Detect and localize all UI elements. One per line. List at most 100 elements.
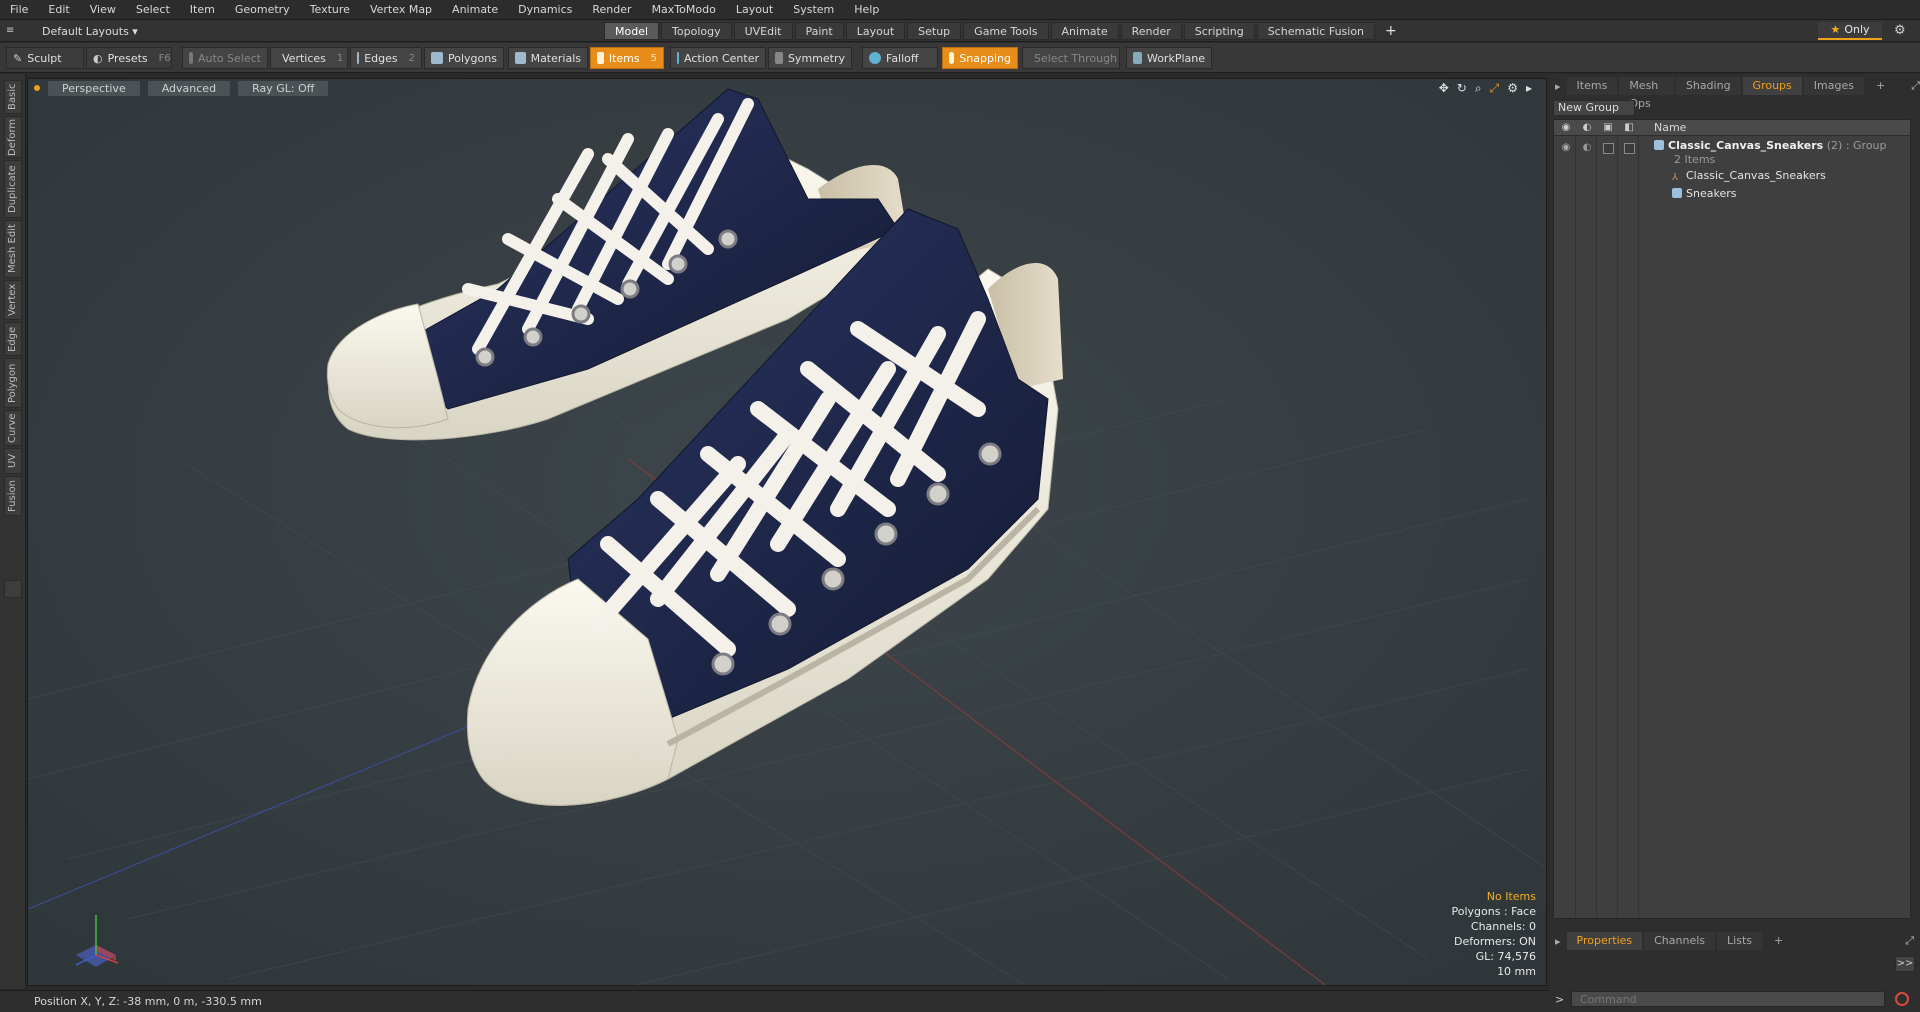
menu-render[interactable]: Render: [582, 0, 641, 20]
shading-mode-button[interactable]: Advanced: [147, 80, 231, 96]
tab-paint[interactable]: Paint: [794, 22, 844, 40]
menu-animate[interactable]: Animate: [442, 0, 508, 20]
tab-scripting[interactable]: Scripting: [1183, 22, 1255, 40]
menu-geometry[interactable]: Geometry: [225, 0, 300, 20]
items-button[interactable]: Items 5: [590, 47, 664, 69]
tab-vertex[interactable]: Vertex: [4, 280, 22, 320]
rotate-icon[interactable]: ↻: [1457, 81, 1467, 96]
edges-button[interactable]: Edges 2: [350, 47, 422, 69]
render-column-icon[interactable]: ◐: [1581, 122, 1593, 134]
presets-button[interactable]: ◐ Presets F6: [86, 47, 172, 69]
menu-edit[interactable]: Edit: [38, 0, 79, 20]
tab-shading[interactable]: Shading: [1675, 77, 1741, 95]
raygl-button[interactable]: Ray GL: Off: [238, 80, 329, 96]
visibility-column-icon[interactable]: ◉: [1560, 122, 1572, 134]
list-item[interactable]: ⅄ Classic_Canvas_Sneakers: [1554, 168, 1910, 184]
gear-icon[interactable]: ⚙: [1894, 23, 1906, 38]
pan-icon[interactable]: ✥: [1439, 81, 1449, 96]
select-column-icon[interactable]: ◧: [1623, 122, 1635, 134]
expand-panel-button[interactable]: >>: [1895, 956, 1915, 972]
tab-groups[interactable]: Groups: [1742, 77, 1802, 95]
viewport-scene: [28, 79, 1546, 985]
group-items-count: 2 Items: [1674, 153, 1716, 166]
stop-icon[interactable]: [1895, 992, 1909, 1006]
tab-basic[interactable]: Basic: [4, 80, 22, 114]
list-item[interactable]: Sneakers: [1554, 186, 1910, 202]
tab-topology[interactable]: Topology: [661, 22, 732, 40]
view-perspective-button[interactable]: Perspective: [48, 80, 140, 96]
tab-mesh-ops[interactable]: Mesh Ops: [1619, 77, 1674, 110]
layout-selector-label: Default Layouts ▾: [42, 24, 138, 38]
layout-selector[interactable]: ≡ Default Layouts ▾: [6, 23, 138, 39]
add-panel-tab-button[interactable]: +: [1866, 77, 1895, 95]
snapping-button[interactable]: Snapping: [942, 47, 1018, 69]
materials-button[interactable]: Materials: [508, 47, 588, 69]
menu-texture[interactable]: Texture: [300, 0, 360, 20]
tab-curve[interactable]: Curve: [4, 410, 22, 446]
edges-icon: [357, 52, 360, 64]
polygons-button[interactable]: Polygons: [424, 47, 504, 69]
name-column-header[interactable]: Name: [1654, 121, 1686, 134]
tab-images[interactable]: Images: [1803, 77, 1864, 95]
tab-polygon[interactable]: Polygon: [4, 358, 22, 408]
action-center-button[interactable]: Action Center: [670, 47, 766, 69]
menu-maxtomodo[interactable]: MaxToModo: [642, 0, 726, 20]
tab-uvedit[interactable]: UVEdit: [733, 22, 793, 40]
workplane-button[interactable]: WorkPlane: [1126, 47, 1212, 69]
command-input[interactable]: [1571, 991, 1885, 1007]
tab-items[interactable]: Items: [1566, 77, 1618, 95]
menu-item[interactable]: Item: [180, 0, 225, 20]
3d-viewport[interactable]: Perspective Advanced Ray GL: Off ✥ ↻ ⌕ ⤢…: [27, 78, 1547, 986]
tab-model[interactable]: Model: [604, 22, 660, 40]
tab-schematic-fusion[interactable]: Schematic Fusion: [1256, 22, 1376, 40]
sculpt-label: Sculpt: [27, 51, 62, 65]
menu-help[interactable]: Help: [844, 0, 889, 20]
auto-select-button[interactable]: Auto Select: [182, 47, 268, 69]
tab-duplicate[interactable]: Duplicate: [4, 160, 22, 218]
menu-vertex-map[interactable]: Vertex Map: [360, 0, 442, 20]
tab-deform[interactable]: Deform: [4, 116, 22, 158]
properties-expand-icon[interactable]: ⤢: [1905, 934, 1914, 948]
play-arrow-icon[interactable]: ▸: [1526, 81, 1532, 96]
menu-select[interactable]: Select: [126, 0, 180, 20]
maximize-icon[interactable]: ⤢: [1490, 81, 1500, 96]
tab-layout[interactable]: Layout: [845, 22, 906, 40]
only-button[interactable]: ★ Only: [1818, 22, 1882, 40]
properties-menu-icon[interactable]: ▸: [1549, 935, 1567, 948]
select-through-button[interactable]: Select Through: [1022, 47, 1120, 69]
layout-menu-icon[interactable]: ≡: [6, 25, 18, 37]
menu-system[interactable]: System: [783, 0, 844, 20]
command-history-icon[interactable]: >: [1555, 993, 1564, 1006]
menu-file[interactable]: File: [0, 0, 38, 20]
tab-fusion[interactable]: Fusion: [4, 476, 22, 516]
tab-animate[interactable]: Animate: [1050, 22, 1119, 40]
layout-tab-bar: ≡ Default Layouts ▾ Model Topology UVEdi…: [0, 20, 1920, 42]
lock-column-icon[interactable]: ▣: [1602, 122, 1614, 134]
channels-info: Channels: 0: [1470, 920, 1536, 933]
panel-expand-icon[interactable]: ⤢: [1911, 79, 1920, 93]
tab-channels[interactable]: Channels: [1644, 932, 1716, 950]
symmetry-button[interactable]: Symmetry: [768, 47, 852, 69]
add-tab-button[interactable]: +: [1377, 22, 1405, 40]
viewport-options-icon[interactable]: [34, 85, 40, 91]
tab-lists[interactable]: Lists: [1717, 932, 1762, 950]
menu-dynamics[interactable]: Dynamics: [508, 0, 582, 20]
add-properties-tab-button[interactable]: +: [1764, 932, 1793, 950]
zoom-icon[interactable]: ⌕: [1475, 81, 1482, 96]
tab-properties[interactable]: Properties: [1566, 932, 1643, 950]
viewport-settings-icon[interactable]: ⚙: [1507, 81, 1518, 96]
tab-render[interactable]: Render: [1120, 22, 1182, 40]
tab-edge[interactable]: Edge: [4, 322, 22, 356]
sculpt-button[interactable]: ✎ Sculpt: [6, 47, 84, 69]
panel-menu-icon[interactable]: ▸: [1549, 80, 1567, 93]
menu-view[interactable]: View: [80, 0, 126, 20]
collapse-tabs-button[interactable]: [4, 580, 22, 598]
falloff-button[interactable]: Falloff: [862, 47, 938, 69]
tab-mesh-edit[interactable]: Mesh Edit: [4, 220, 22, 278]
tab-game-tools[interactable]: Game Tools: [963, 22, 1049, 40]
vertices-button[interactable]: Vertices 1: [270, 47, 348, 69]
tab-uv[interactable]: UV: [4, 448, 22, 474]
tab-setup[interactable]: Setup: [907, 22, 962, 40]
new-group-button[interactable]: New Group: [1553, 100, 1635, 116]
menu-layout[interactable]: Layout: [726, 0, 783, 20]
